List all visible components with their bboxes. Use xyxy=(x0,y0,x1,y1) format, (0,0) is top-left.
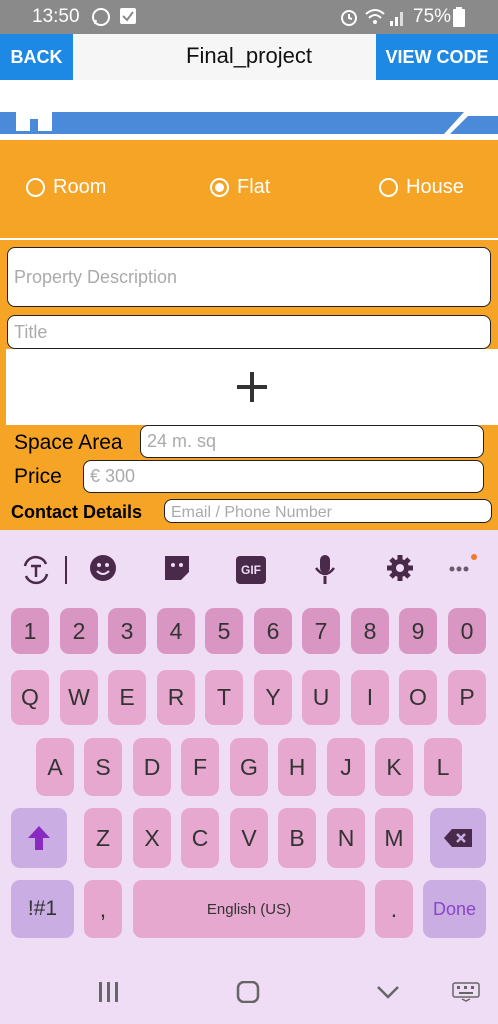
shift-key[interactable] xyxy=(11,808,67,868)
key-2[interactable]: 2 xyxy=(60,608,98,654)
space-key[interactable]: English (US) xyxy=(133,880,365,938)
microphone-icon[interactable] xyxy=(313,554,337,586)
contact-details-input[interactable]: Email / Phone Number xyxy=(164,499,492,523)
radio-flat-label: Flat xyxy=(237,176,271,198)
key-k[interactable]: K xyxy=(375,738,413,796)
whatsapp-icon xyxy=(92,8,110,26)
status-time: 13:50 xyxy=(32,6,80,27)
translate-icon[interactable] xyxy=(20,554,52,586)
settings-gear-icon[interactable] xyxy=(386,554,414,582)
key-d[interactable]: D xyxy=(133,738,171,796)
key-o[interactable]: O xyxy=(399,670,437,725)
key-s[interactable]: S xyxy=(84,738,122,796)
key-9[interactable]: 9 xyxy=(399,608,437,654)
key-1[interactable]: 1 xyxy=(11,608,49,654)
key-e[interactable]: E xyxy=(108,670,146,725)
backspace-icon xyxy=(444,829,472,847)
key-f[interactable]: F xyxy=(181,738,219,796)
symbols-key[interactable]: !#1 xyxy=(11,880,74,938)
key-x[interactable]: X xyxy=(133,808,171,868)
contact-details-label: Contact Details xyxy=(11,502,143,522)
key-7[interactable]: 7 xyxy=(302,608,340,654)
key-b[interactable]: B xyxy=(278,808,316,868)
price-label: Price xyxy=(14,465,62,488)
comma-key[interactable]: , xyxy=(84,880,122,938)
home-button-icon[interactable] xyxy=(236,981,260,1003)
key-m[interactable]: M xyxy=(375,808,413,868)
key-v[interactable]: V xyxy=(230,808,268,868)
sticker-icon[interactable] xyxy=(163,554,191,582)
key-5[interactable]: 5 xyxy=(205,608,243,654)
radio-house[interactable]: House xyxy=(379,176,464,199)
banner-decoration-icon xyxy=(444,112,498,134)
key-j[interactable]: J xyxy=(327,738,365,796)
shift-arrow-icon xyxy=(28,826,50,850)
space-area-input[interactable]: 24 m. sq xyxy=(140,425,484,458)
plus-icon xyxy=(237,372,267,402)
battery-percent: 75% xyxy=(413,6,452,27)
key-a[interactable]: A xyxy=(36,738,74,796)
property-description-input[interactable]: Property Description xyxy=(7,247,491,307)
key-y[interactable]: Y xyxy=(254,670,292,725)
backspace-key[interactable] xyxy=(430,808,486,868)
radio-house-label: House xyxy=(406,176,464,198)
app-title: Final_project xyxy=(186,43,312,68)
status-bar: 13:50 75% xyxy=(0,0,498,34)
key-r[interactable]: R xyxy=(157,670,195,725)
key-t[interactable]: T xyxy=(205,670,243,725)
key-w[interactable]: W xyxy=(60,670,98,725)
toolbar-divider xyxy=(65,556,67,584)
radio-room-label: Room xyxy=(53,176,107,198)
alarm-icon xyxy=(341,10,357,26)
key-q[interactable]: Q xyxy=(11,670,49,725)
key-l[interactable]: L xyxy=(424,738,462,796)
signal-icon xyxy=(390,12,403,26)
keyboard-switch-icon[interactable] xyxy=(452,982,480,1002)
back-button[interactable]: BACK xyxy=(0,34,73,80)
period-key[interactable]: . xyxy=(375,880,413,938)
title-input[interactable]: Title xyxy=(7,315,491,349)
more-options-icon[interactable] xyxy=(447,552,479,580)
gif-button[interactable]: GIF xyxy=(236,556,266,584)
radio-room[interactable]: Room xyxy=(26,176,106,199)
radio-house-circle xyxy=(379,178,398,197)
wifi-icon xyxy=(365,9,385,24)
key-z[interactable]: Z xyxy=(84,808,122,868)
key-4[interactable]: 4 xyxy=(157,608,195,654)
key-i[interactable]: I xyxy=(351,670,389,725)
key-u[interactable]: U xyxy=(302,670,340,725)
on-screen-keyboard: GIF 1 2 3 4 5 6 7 8 9 0 Q W E R T Y U I … xyxy=(0,530,498,956)
view-code-button[interactable]: VIEW CODE xyxy=(376,34,498,80)
app-header: BACK Final_project VIEW CODE xyxy=(0,34,498,80)
key-8[interactable]: 8 xyxy=(351,608,389,654)
space-area-label: Space Area xyxy=(14,431,123,454)
price-input[interactable]: € 300 xyxy=(83,460,484,493)
checkbox-notification-icon xyxy=(120,8,136,24)
property-type-group: Room Flat House xyxy=(0,140,498,238)
key-h[interactable]: H xyxy=(278,738,316,796)
battery-icon xyxy=(453,7,465,27)
key-g[interactable]: G xyxy=(230,738,268,796)
done-key[interactable]: Done xyxy=(423,880,486,938)
key-c[interactable]: C xyxy=(181,808,219,868)
add-image-area[interactable] xyxy=(6,349,498,425)
key-0[interactable]: 0 xyxy=(448,608,486,654)
system-nav-bar xyxy=(0,956,498,1024)
home-icon[interactable] xyxy=(16,112,54,132)
radio-flat-circle xyxy=(210,178,229,197)
recent-apps-icon[interactable] xyxy=(98,982,120,1002)
key-6[interactable]: 6 xyxy=(254,608,292,654)
key-n[interactable]: N xyxy=(327,808,365,868)
radio-flat[interactable]: Flat xyxy=(210,176,270,199)
emoji-icon[interactable] xyxy=(89,554,117,582)
radio-room-circle xyxy=(26,178,45,197)
key-p[interactable]: P xyxy=(448,670,486,725)
hide-keyboard-chevron-icon[interactable] xyxy=(376,984,400,1000)
key-3[interactable]: 3 xyxy=(108,608,146,654)
